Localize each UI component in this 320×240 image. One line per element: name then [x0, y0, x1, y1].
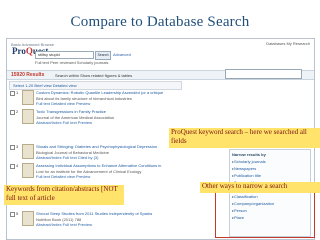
results-toolbar[interactable]: Select 1-20 Brief view Detailed view — [9, 81, 182, 90]
logo-q: Q — [25, 46, 33, 56]
facet-item[interactable]: Newspapers — [232, 165, 308, 172]
callout-narrow-search: Other ways to narrow a search — [200, 182, 320, 193]
document-thumbnail-icon — [22, 144, 34, 159]
modify-search-input[interactable] — [225, 69, 302, 79]
result-number: 2 — [16, 109, 19, 114]
result-row[interactable]: 4 Assessing Individual Assumptions to En… — [9, 163, 177, 181]
result-number: 3 — [16, 144, 19, 149]
document-thumbnail-icon — [22, 109, 34, 124]
narrow-panel-highlight — [215, 190, 315, 238]
search-input[interactable]: stiltsy stupid — [35, 51, 94, 59]
results-count: 15920 Results — [11, 72, 45, 78]
result-number: 5 — [16, 211, 19, 216]
result-checkbox[interactable] — [10, 212, 15, 217]
result-row[interactable]: 3 Shoals and Stringing: Diabetes and Psy… — [9, 144, 177, 162]
document-thumbnail-icon — [22, 90, 34, 105]
facet-item[interactable]: Scholarly journals — [232, 158, 308, 165]
result-checkbox[interactable] — [10, 145, 15, 150]
result-title[interactable]: Shoals and Stringing: Diabetes and Psych… — [36, 144, 176, 149]
result-row[interactable]: 5 Shroud Sleep Studies from 2011 Studies… — [9, 211, 177, 229]
search-button[interactable]: Search — [95, 51, 111, 60]
narrow-results-heading: Narrow results by — [232, 152, 266, 157]
callout-keywords: Keywords from citation/abstracts [NOT fu… — [4, 185, 124, 205]
result-links[interactable]: Abstract/Index Full text Preview — [36, 120, 176, 125]
result-title[interactable]: Assessing Individual Assumptions to Enha… — [36, 163, 176, 168]
logo-pre: Pro — [12, 46, 26, 56]
result-links[interactable]: Abstract/Index Full text Preview — [36, 222, 176, 227]
result-links[interactable]: Full text Detailed view Preview — [36, 101, 176, 106]
document-thumbnail-icon — [22, 211, 34, 226]
callout-proquest-search: ProQuest keyword search – here we search… — [169, 128, 320, 148]
facet-item[interactable]: Publication title — [232, 172, 308, 179]
slide-title: Compare to Database Search — [70, 14, 250, 30]
limit-options[interactable]: Full text Peer reviewed Scholarly journa… — [35, 60, 165, 66]
top-right-links[interactable]: Databases My Research — [266, 41, 310, 46]
result-checkbox[interactable] — [10, 110, 15, 115]
result-links[interactable]: Abstract/Index Full text Cited by (3) — [36, 155, 176, 160]
result-number: 4 — [16, 163, 19, 168]
result-row[interactable]: 2 Toxic Transgressions in Family Practic… — [9, 109, 177, 127]
result-title[interactable]: Toxic Transgressions in Family Practice — [36, 109, 176, 114]
result-links[interactable]: Full text Detailed view Preview — [36, 174, 176, 179]
result-checkbox[interactable] — [10, 91, 15, 96]
result-checkbox[interactable] — [10, 164, 15, 169]
result-number: 1 — [16, 90, 19, 95]
result-row[interactable]: 1 Custom Dynamics: Robotic Quantile Lead… — [9, 90, 177, 108]
document-thumbnail-icon — [22, 163, 34, 178]
advanced-link[interactable]: Advanced — [113, 52, 131, 57]
results-actions[interactable]: Search within Show related figures & tab… — [55, 73, 132, 78]
result-title[interactable]: Shroud Sleep Studies from 2011 Studies I… — [36, 211, 176, 216]
result-title[interactable]: Custom Dynamics: Robotic Quantile Leader… — [36, 90, 176, 95]
